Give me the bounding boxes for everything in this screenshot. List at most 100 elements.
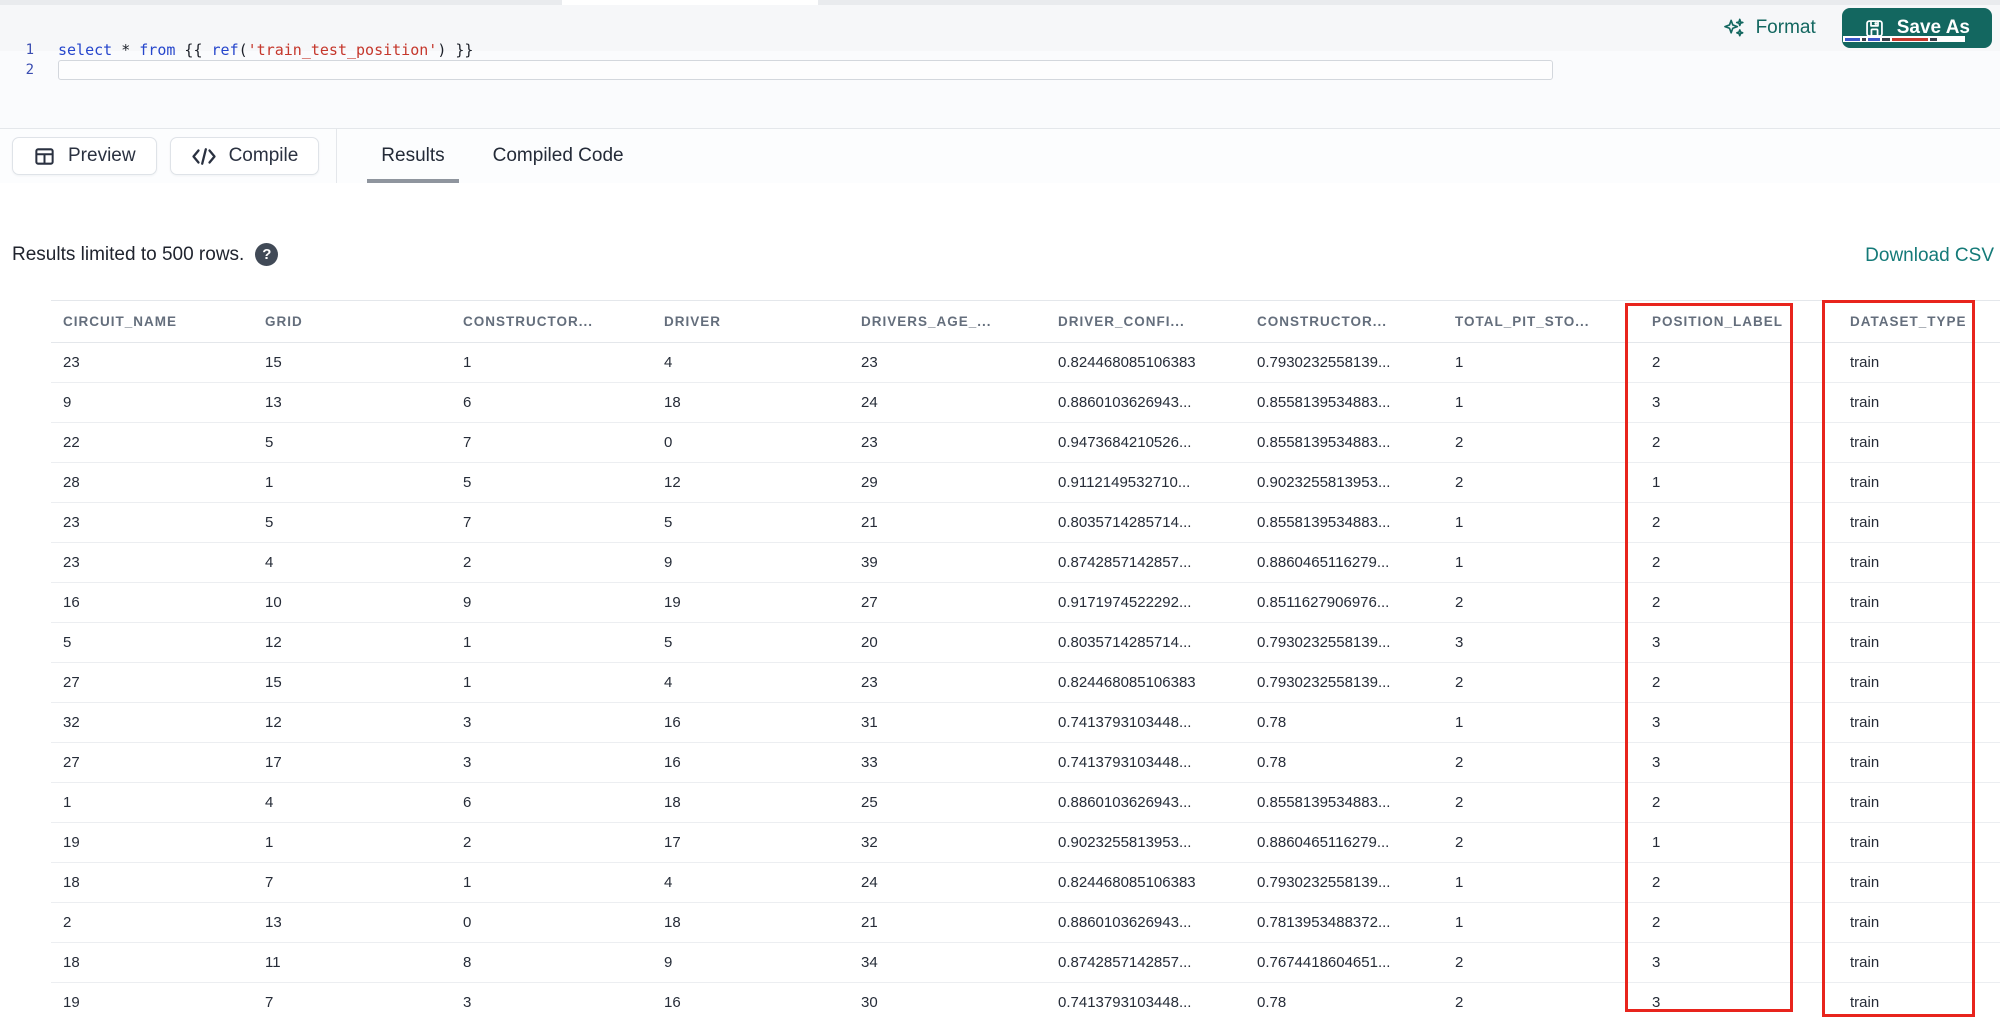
table-cell: 2 — [1455, 674, 1464, 691]
table-cell: 4 — [265, 554, 274, 571]
sql-editor[interactable]: 1 select * from {{ ref('train_test_posit… — [0, 40, 2000, 80]
sql-ide-window: Format Save As 1 select * from {{ ref('t… — [0, 0, 2000, 1020]
table-cell: 2 — [1652, 594, 1661, 611]
column-header[interactable]: CONSTRUCTOR... — [451, 314, 652, 329]
column-header[interactable]: GRID — [253, 314, 451, 329]
table-cell: 12 — [265, 714, 282, 731]
table-cell: 5 — [463, 474, 472, 491]
table-cell: 29 — [861, 474, 878, 491]
table-cell: 21 — [861, 514, 878, 531]
column-header[interactable]: DRIVER — [652, 314, 849, 329]
table-cell: 9 — [664, 954, 673, 971]
table-cell: train — [1850, 714, 1880, 731]
table-row: 18 11 8 9 34 0.8742857142857... 0.767441860465… — [51, 943, 2000, 983]
table-cell: 22 — [63, 434, 80, 451]
table-row: 9 13 6 18 24 0.8860103626943... 0.855813953488… — [51, 383, 2000, 423]
code-token-plain: }} — [446, 41, 474, 59]
table-cell: 17 — [664, 834, 681, 851]
table-row: 19 1 2 17 32 0.9023255813953... 0.886046511627… — [51, 823, 2000, 863]
table-cell: 0.9171974522292... — [1058, 594, 1192, 611]
download-csv-link[interactable]: Download CSV — [1865, 245, 1994, 267]
table-cell: 2 — [1455, 834, 1464, 851]
table-cell: 1 — [463, 874, 472, 891]
compile-button[interactable]: Compile — [169, 137, 320, 175]
editor-minimap[interactable] — [1843, 36, 1965, 42]
column-header[interactable]: DATASET_TYPE — [1838, 314, 2000, 329]
vertical-divider — [336, 128, 338, 184]
results-table: CIRCUIT_NAME GRID CONSTRUCTOR... DRIVER DRIV… — [0, 300, 2000, 1020]
table-cell: 30 — [861, 994, 878, 1011]
sparkles-icon — [1723, 17, 1746, 40]
table-cell: 1 — [1455, 394, 1464, 411]
table-cell: 33 — [861, 754, 878, 771]
table-cell: 1 — [1652, 474, 1661, 491]
table-cell: 5 — [265, 514, 274, 531]
table-cell: 11 — [265, 954, 281, 971]
code-token-plain: ( — [238, 41, 248, 59]
table-cell: 32 — [861, 834, 878, 851]
table-cell: 5 — [664, 514, 673, 531]
column-header[interactable]: POSITION_LABEL — [1640, 314, 1838, 329]
table-cell: 2 — [63, 914, 72, 931]
compile-button-label: Compile — [228, 145, 299, 166]
table-cell: 34 — [861, 954, 878, 971]
table-row: 22 5 7 0 23 0.9473684210526... 0.8558139534883… — [51, 423, 2000, 463]
table-cell: 4 — [664, 874, 673, 891]
table-row: 16 10 9 19 27 0.9171974522292... 0.85116279069… — [51, 583, 2000, 623]
table-cell: 0.7413793103448... — [1058, 714, 1192, 731]
editor-active-line-box[interactable] — [58, 60, 1553, 80]
preview-button-label: Preview — [68, 145, 136, 166]
results-limit-text: Results limited to 500 rows. — [12, 243, 245, 265]
column-header[interactable]: DRIVER_CONFI... — [1046, 314, 1245, 329]
table-cell: 2 — [463, 554, 472, 571]
table-row: 32 12 3 16 31 0.7413793103448... 0.78 1 3 train — [51, 703, 2000, 743]
table-cell: 0.9023255813953... — [1257, 474, 1391, 491]
minimap-mark — [1862, 37, 1866, 41]
table-cell: 3 — [1652, 394, 1661, 411]
table-cell: 8 — [463, 954, 472, 971]
column-header[interactable]: CONSTRUCTOR... — [1245, 314, 1443, 329]
table-cell: 1 — [265, 834, 274, 851]
table-cell: 0.8558139534883... — [1257, 514, 1391, 531]
table-cell: 9 — [63, 394, 72, 411]
table-cell: 7 — [463, 514, 472, 531]
table-cell: 0.9473684210526... — [1058, 434, 1192, 451]
table-cell: 12 — [664, 474, 681, 491]
column-header[interactable]: DRIVERS_AGE_... — [849, 314, 1046, 329]
editor-line-1[interactable]: 1 select * from {{ ref('train_test_posit… — [0, 40, 2000, 60]
table-cell: 7 — [265, 994, 274, 1011]
sql-code-line-1[interactable]: select * from {{ ref('train_test_positio… — [58, 41, 473, 59]
table-cell: 0.824468085106383 — [1058, 354, 1196, 371]
code-token-plain: ) — [437, 41, 447, 59]
table-cell: 0.9112149532710... — [1058, 474, 1191, 491]
table-row: 2 13 0 18 21 0.8860103626943... 0.781395348837… — [51, 903, 2000, 943]
editor-line-2[interactable]: 2 — [0, 60, 2000, 80]
table-row: 27 15 1 4 23 0.824468085106383 0.7930232558139… — [51, 663, 2000, 703]
table-cell: 0.8742857142857... — [1058, 554, 1192, 571]
table-cell: 19 — [664, 594, 681, 611]
table-cell: 3 — [1455, 634, 1464, 651]
tab-compiled-code[interactable]: Compiled Code — [469, 129, 648, 183]
code-icon — [191, 147, 217, 166]
table-cell: 2 — [463, 834, 472, 851]
help-icon[interactable]: ? — [255, 243, 279, 266]
table-cell: 21 — [861, 914, 878, 931]
table-cell: 6 — [463, 394, 472, 411]
table-header-row: CIRCUIT_NAME GRID CONSTRUCTOR... DRIVER DRIV… — [51, 300, 2000, 343]
tab-results[interactable]: Results — [357, 129, 468, 183]
table-row: 27 17 3 16 33 0.7413793103448... 0.78 2 3 train — [51, 743, 2000, 783]
table-cell: 18 — [664, 914, 681, 931]
table-cell: 20 — [861, 634, 878, 651]
table-cell: 1 — [1455, 874, 1464, 891]
format-button[interactable]: Format — [1723, 17, 1816, 40]
table-cell: 1 — [463, 634, 472, 651]
column-header[interactable]: TOTAL_PIT_STO... — [1443, 314, 1640, 329]
table-cell: 3 — [463, 714, 472, 731]
table-cell: 0.78 — [1257, 994, 1287, 1011]
column-header[interactable]: CIRCUIT_NAME — [51, 314, 253, 329]
preview-button[interactable]: Preview — [12, 137, 157, 175]
table-row: 23 4 2 9 39 0.8742857142857... 0.8860465116279… — [51, 543, 2000, 583]
table-cell: 3 — [1652, 954, 1661, 971]
table-cell: 3 — [1652, 994, 1661, 1011]
